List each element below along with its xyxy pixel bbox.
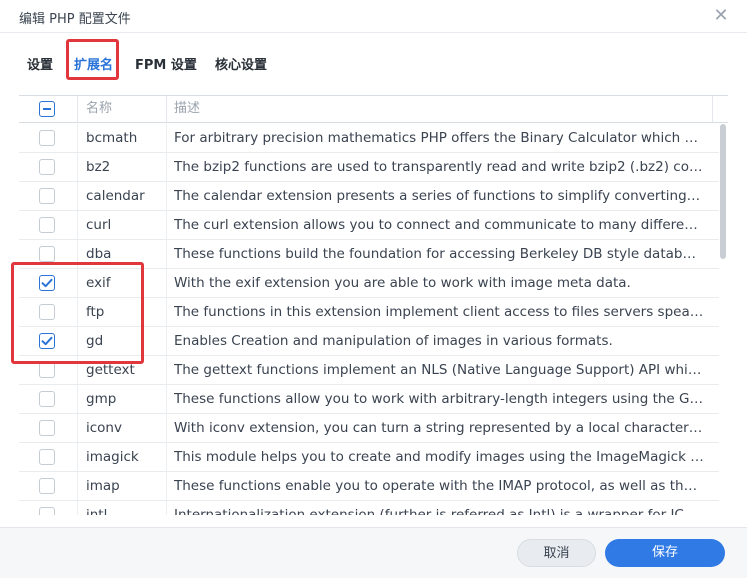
extension-name: curl [86,217,112,233]
column-divider [77,385,78,413]
column-divider [166,269,167,297]
table-header: 名称 描述 [19,95,728,123]
column-divider [166,240,167,268]
table-row[interactable]: imap These functions enable you to operat… [19,472,719,501]
column-header-name[interactable]: 名称 [86,96,112,122]
table-row[interactable]: curl The curl extension allows you to con… [19,211,719,240]
extension-description: With iconv extension, you can turn a str… [174,420,704,436]
extension-name: calendar [86,188,145,204]
extension-name: gmp [86,391,117,407]
row-checkbox[interactable] [39,449,55,465]
extension-description: Enables Creation and manipulation of ima… [174,333,613,349]
extension-description: The calendar extension presents a series… [174,188,704,204]
table-row[interactable]: gmp These functions allow you to work wit… [19,385,719,414]
save-button[interactable]: 保存 [605,539,725,567]
extension-name: bcmath [86,130,138,146]
column-divider [166,327,167,355]
column-divider [77,153,78,181]
column-divider [166,414,167,442]
column-divider [166,298,167,326]
extension-name: imagick [86,449,139,465]
row-checkbox[interactable] [39,478,55,494]
tab-core-settings[interactable]: 核心设置 [215,54,267,73]
tab-annotation-box [66,39,119,80]
extension-description: The gettext functions implement an NLS (… [174,362,704,378]
header-divider [77,96,78,122]
table-scrollbar[interactable] [720,124,726,259]
row-checkbox[interactable] [39,246,55,262]
dialog-titlebar: 编辑 PHP 配置文件 ✕ [0,0,747,33]
row-checkbox[interactable] [39,507,55,515]
extension-description: The functions in this extension implemen… [174,304,704,320]
indeterminate-dash-icon [43,108,51,110]
row-checkbox[interactable] [39,130,55,146]
table-row[interactable]: imagick This module helps you to create a… [19,443,719,472]
column-divider [77,182,78,210]
extension-description: The bzip2 functions are used to transpar… [174,159,704,175]
column-divider [77,211,78,239]
column-divider [166,501,167,515]
column-divider [77,414,78,442]
column-divider [166,443,167,471]
dialog-footer: 取消 保存 [0,527,747,578]
column-divider [166,385,167,413]
header-divider [712,96,713,122]
table-row[interactable]: intl Internationalization extension (furt… [19,501,719,515]
column-divider [166,356,167,384]
column-divider [166,211,167,239]
table-row[interactable]: calendar The calendar extension presents … [19,182,719,211]
column-divider [166,472,167,500]
tab-fpm-settings[interactable]: FPM 设置 [135,54,197,73]
row-checkbox[interactable] [39,420,55,436]
extension-description: These functions enable you to operate wi… [174,478,704,494]
column-divider [77,124,78,152]
select-all-checkbox[interactable] [39,101,55,117]
table-row[interactable]: bcmath For arbitrary precision mathematic… [19,124,719,153]
extension-name: iconv [86,420,122,436]
column-divider [77,472,78,500]
row-checkbox[interactable] [39,362,55,378]
table-row[interactable]: bz2 The bzip2 functions are used to trans… [19,153,719,182]
extension-description: This module helps you to create and modi… [174,449,704,465]
table-row[interactable]: iconv With iconv extension, you can turn … [19,414,719,443]
row-checkbox[interactable] [39,391,55,407]
extension-name: intl [86,507,108,515]
extension-description: For arbitrary precision mathematics PHP … [174,130,704,146]
extension-description: Internationalization extension (further … [174,507,704,515]
extension-description: These functions build the foundation for… [174,246,704,262]
column-divider [77,443,78,471]
header-divider [166,96,167,122]
column-divider [166,124,167,152]
extension-name: imap [86,478,120,494]
extension-description: The curl extension allows you to connect… [174,217,704,233]
extension-name: bz2 [86,159,111,175]
close-icon[interactable]: ✕ [712,7,730,25]
dialog-title: 编辑 PHP 配置文件 [19,12,131,27]
column-divider [166,153,167,181]
column-header-description[interactable]: 描述 [174,96,200,122]
row-checkbox[interactable] [39,159,55,175]
extension-description: With the exif extension you are able to … [174,275,631,291]
tab-settings[interactable]: 设置 [27,54,53,73]
cancel-button[interactable]: 取消 [517,539,596,567]
row-checkbox[interactable] [39,217,55,233]
row-checkbox[interactable] [39,188,55,204]
column-divider [166,182,167,210]
rows-annotation-box [11,262,144,364]
extension-description: These functions allow you to work with a… [174,391,704,407]
column-divider [77,501,78,515]
